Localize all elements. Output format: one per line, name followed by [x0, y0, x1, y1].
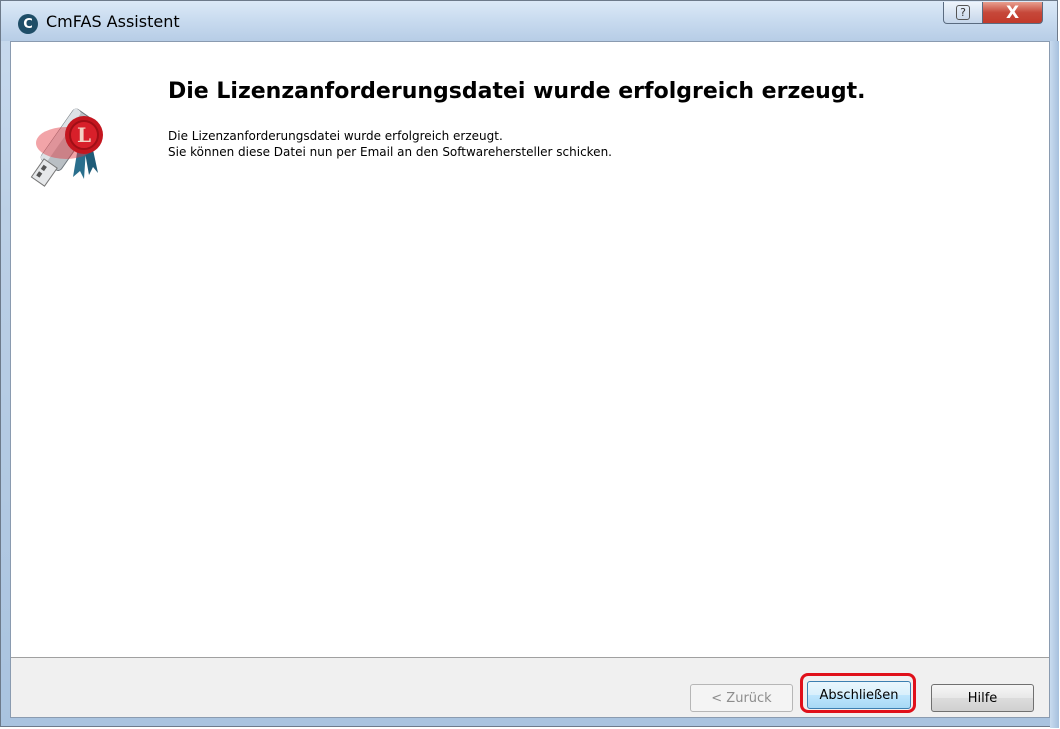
wizard-footer: < Zurück Abschließen Hilfe	[11, 657, 1049, 717]
app-logo-icon: C	[18, 14, 38, 34]
window-border	[1050, 41, 1059, 728]
description-line-1: Die Lizenzanforderungsdatei wurde erfolg…	[168, 129, 503, 143]
help-button[interactable]: Hilfe	[931, 684, 1034, 712]
close-icon: X	[1005, 2, 1020, 23]
description-line-2: Sie können diese Datei nun per Email an …	[168, 145, 612, 159]
usb-dongle-license-seal-icon: L	[30, 108, 103, 187]
wizard-page: L Die Lizenzanforderungsdatei wurde erfo…	[10, 41, 1050, 718]
help-caption-button[interactable]: ?	[943, 2, 983, 24]
wizard-window: C CmFAS Assistent ? X L Die Lizenzanford…	[0, 0, 1059, 728]
close-button[interactable]: X	[982, 2, 1043, 24]
page-description: Die Lizenzanforderungsdatei wurde erfolg…	[168, 128, 612, 160]
page-heading: Die Lizenzanforderungsdatei wurde erfolg…	[168, 79, 866, 104]
title-bar: C CmFAS Assistent ? X	[1, 1, 1057, 41]
window-title: CmFAS Assistent	[46, 12, 180, 31]
finish-button[interactable]: Abschließen	[807, 681, 911, 709]
svg-text:L: L	[77, 123, 91, 147]
question-mark-icon: ?	[956, 5, 970, 20]
back-button[interactable]: < Zurück	[690, 684, 793, 712]
